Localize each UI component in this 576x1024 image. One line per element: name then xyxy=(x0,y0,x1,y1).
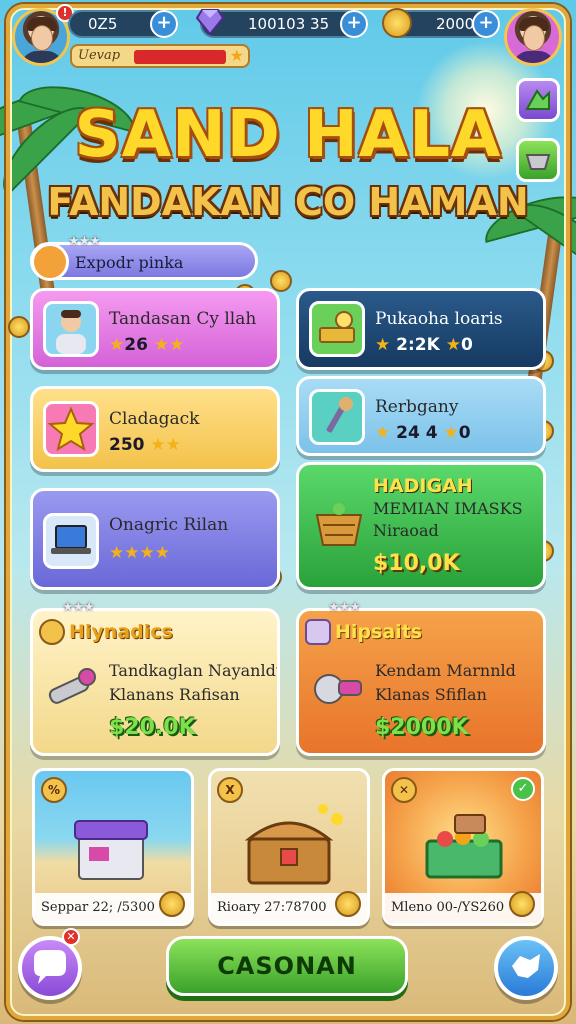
flashlight-icon xyxy=(43,661,103,711)
shop-tile-3-badge-icon: ✕ xyxy=(391,777,417,803)
shop-tile-1[interactable]: % Seppar 22; /5300 xyxy=(32,768,194,926)
resource-1-value: 0Z5 xyxy=(88,15,118,33)
gold-coin-icon xyxy=(382,8,412,38)
featured-card[interactable]: HADIGAH MEMIAN IMASKS Niraoad $10,0K xyxy=(296,462,546,590)
category-label: Expodr pinka xyxy=(75,253,184,272)
add-resource-3-button[interactable]: + xyxy=(472,10,500,38)
offer-card-1-title: Hiynadics xyxy=(69,621,173,643)
treasure-chest-icon xyxy=(237,799,347,891)
offer-1-badge-icon xyxy=(39,619,65,645)
item-card-2-name: Pukaoha loaris xyxy=(375,309,503,329)
laptop-icon xyxy=(43,513,99,569)
xp-bar-fill xyxy=(134,50,226,64)
category-stars-icon: ★★★ xyxy=(68,234,101,249)
resource-3-value: 2000 xyxy=(436,15,475,33)
offer-card-1-price: $20.0K xyxy=(109,715,196,740)
offer-card-2-line2: Klanas Sfiflan xyxy=(375,685,487,704)
xp-bar: Uevap ★ xyxy=(70,44,250,68)
basket-icon xyxy=(309,493,369,553)
chat-notification-badge: ✕ xyxy=(62,928,80,946)
gem-icon xyxy=(195,6,225,36)
offer-2-badge-icon xyxy=(305,619,331,645)
category-pill[interactable]: Expodr pinka xyxy=(30,242,258,281)
featured-card-price: $10,0K xyxy=(373,551,460,576)
shop-tile-3-check-icon: ✓ xyxy=(511,777,535,801)
item-card-3-value: 250 ★★ xyxy=(109,435,181,455)
resource-counter-2: 100103 35 + xyxy=(200,10,368,38)
game-title: SAND HALA xyxy=(74,98,502,172)
item-card-5[interactable]: Onagric Rilan ★★★★ xyxy=(30,488,280,590)
shop-tile-3[interactable]: ✕ ✓ Mleno 00-/YS260 xyxy=(382,768,544,926)
item-card-1-name: Tandasan Cy llah xyxy=(109,309,257,329)
featured-card-heading: HADIGAH xyxy=(373,475,473,497)
offer-card-1-line2: Klanans Rafisan xyxy=(109,685,240,704)
featured-card-name: MEMIAN IMASKS xyxy=(373,499,523,518)
item-card-2-value: ★ 2:2K ★0 xyxy=(375,335,473,355)
item-card-1[interactable]: Tandasan Cy llah ★26 ★★ xyxy=(30,288,280,370)
offer-card-2[interactable]: Hipsaits Kendam Marnnld Klanas Sfiflan $… xyxy=(296,608,546,756)
offer-card-2-line1: Kendam Marnnld xyxy=(375,661,516,680)
item-card-1-value: ★26 ★★ xyxy=(109,335,185,355)
shop-tile-1-coin-icon xyxy=(159,891,185,917)
offer-card-1[interactable]: Hiynadics Tandkaglan Nayanldt Klanans Ra… xyxy=(30,608,280,756)
supply-crate-icon xyxy=(411,801,521,891)
game-subtitle: FANDAKAN CO HAMAN xyxy=(47,180,529,224)
add-resource-1-button[interactable]: + xyxy=(150,10,178,38)
star-badge-icon xyxy=(43,401,99,457)
gold-bars-icon xyxy=(309,301,365,357)
offer-card-2-price: $2000K xyxy=(375,715,469,740)
friend-avatar[interactable] xyxy=(504,8,562,66)
offer-1-stars-icon: ★★★ xyxy=(62,600,95,615)
category-icon xyxy=(31,243,69,281)
featured-card-sub: Niraoad xyxy=(373,521,439,540)
item-card-4-value: ★ 24 4 ★0 xyxy=(375,423,471,443)
add-resource-2-button[interactable]: + xyxy=(340,10,368,38)
floating-coin-icon xyxy=(270,270,292,292)
item-card-2[interactable]: Pukaoha loaris ★ 2:2K ★0 xyxy=(296,288,546,370)
tools-icon xyxy=(309,389,365,445)
treasure-machine-icon xyxy=(65,801,165,891)
character-icon xyxy=(43,301,99,357)
item-card-5-rating: ★★★★ xyxy=(109,543,170,563)
offer-card-1-line1: Tandkaglan Nayanldt xyxy=(109,661,280,680)
world-map-button[interactable] xyxy=(494,936,558,1000)
blaster-icon xyxy=(309,661,369,711)
offer-2-stars-icon: ★★★ xyxy=(328,600,361,615)
item-card-5-name: Onagric Rilan xyxy=(109,515,229,535)
item-card-4[interactable]: Rerbgany ★ 24 4 ★0 xyxy=(296,376,546,456)
main-action-button[interactable]: CASONAN xyxy=(166,936,408,996)
floating-coin-icon xyxy=(8,316,30,338)
item-card-4-name: Rerbgany xyxy=(375,397,459,417)
item-card-3-name: Cladagack xyxy=(109,409,200,429)
offer-card-2-title: Hipsaits xyxy=(335,621,423,643)
shop-tile-1-badge-icon: % xyxy=(41,777,67,803)
resource-counter-1: 0Z5 + xyxy=(68,10,178,38)
shop-tile-3-coin-icon xyxy=(509,891,535,917)
shop-tile-2[interactable]: X Rioary 27:78700 xyxy=(208,768,370,926)
xp-label: Uevap xyxy=(78,48,121,63)
item-card-3[interactable]: Cladagack 250 ★★ xyxy=(30,386,280,472)
shop-tile-2-coin-icon xyxy=(335,891,361,917)
xp-star-icon: ★ xyxy=(229,46,244,65)
resource-2-value: 100103 35 xyxy=(248,15,330,33)
